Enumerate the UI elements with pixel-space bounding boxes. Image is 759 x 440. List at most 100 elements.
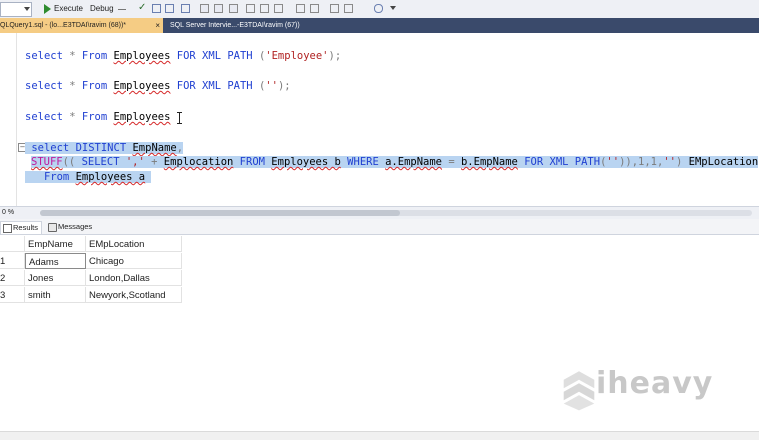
execute-icon[interactable] xyxy=(44,4,51,14)
punctuation: ); xyxy=(328,50,342,62)
row-number: 2 xyxy=(0,270,25,286)
keyword: select xyxy=(25,50,63,62)
punctuation: ) xyxy=(675,156,683,168)
client-stats-icon[interactable] xyxy=(229,4,238,13)
keyword: From xyxy=(81,80,108,92)
row-number-header xyxy=(0,236,25,252)
keyword: From xyxy=(43,171,70,183)
grid-cell[interactable]: Adams xyxy=(25,253,86,269)
intellisense-icon[interactable] xyxy=(181,4,190,13)
column-name: EmpName xyxy=(132,142,177,154)
parse-check-icon[interactable]: ✓ xyxy=(138,3,147,13)
keyword: SELECT xyxy=(81,156,120,168)
grid-cell[interactable]: Chicago xyxy=(86,253,182,269)
string-literal: '' xyxy=(663,156,676,168)
results-text-icon[interactable] xyxy=(246,4,255,13)
stop-icon[interactable] xyxy=(118,9,126,10)
punctuation: ); xyxy=(277,80,291,92)
debug-button[interactable]: Debug xyxy=(90,2,114,16)
column-header[interactable]: EMpLocation xyxy=(86,236,182,252)
table-name: Employees xyxy=(113,50,171,62)
watermark-logo-icon xyxy=(563,371,595,411)
grid-cell[interactable]: smith xyxy=(25,287,86,303)
operator: + xyxy=(144,156,164,168)
function-name: STUFF xyxy=(31,156,63,168)
results-grid-icon[interactable] xyxy=(260,4,269,13)
keyword: From xyxy=(81,50,108,62)
punctuation: (( xyxy=(62,156,76,168)
string-literal: '' xyxy=(606,156,620,168)
editor-zoom-bar: 0 % xyxy=(0,206,759,219)
code-line-2: select * From Employees FOR XML PATH (''… xyxy=(25,79,291,93)
column-alias: EMpLocation xyxy=(688,156,759,168)
watermark-text: iheavy xyxy=(596,366,714,401)
display-plan-icon[interactable] xyxy=(152,4,161,13)
include-plan-icon[interactable] xyxy=(200,4,209,13)
message-icon xyxy=(48,223,57,232)
table-name: Employees xyxy=(113,80,171,92)
string-literal: 'Employee' xyxy=(265,50,329,62)
execute-button[interactable]: Execute xyxy=(54,2,83,16)
specify-values-icon[interactable] xyxy=(374,4,383,13)
database-combo[interactable] xyxy=(0,2,32,17)
uncomment-icon[interactable] xyxy=(310,4,319,13)
close-icon[interactable]: × xyxy=(155,18,160,33)
code-line-5: STUFF(( SELECT ',' + Emplocation FROM Em… xyxy=(31,155,759,169)
results-file-icon[interactable] xyxy=(274,4,283,13)
toolbar-overflow-icon[interactable] xyxy=(390,6,399,15)
column-name: a.EmpName xyxy=(385,156,443,168)
table-name: Employees a xyxy=(75,171,146,183)
code-line-6: From Employees a xyxy=(25,170,152,184)
string-literal: ',' xyxy=(125,156,145,168)
ibeam-cursor-icon xyxy=(177,112,182,124)
punctuation: ( xyxy=(252,50,266,62)
tab-query1-label: QLQuery1.sql - (lo...E3TDAI\ravim (68))* xyxy=(0,22,127,29)
document-tab-strip: QLQuery1.sql - (lo...E3TDAI\ravim (68))*… xyxy=(0,18,759,33)
grid-icon xyxy=(3,224,12,233)
keyword: select xyxy=(25,111,63,123)
table-name: Employees b xyxy=(271,156,341,168)
tab-messages-label: Messages xyxy=(58,222,93,231)
code-line-4: select DISTINCT EmpName, xyxy=(25,141,184,155)
row-number: 1 xyxy=(0,253,25,269)
tab-results-label: Results xyxy=(13,223,39,232)
keyword: FROM xyxy=(239,156,265,168)
tab-messages[interactable]: Messages xyxy=(46,221,102,233)
code-line-3: select * From Employees xyxy=(25,110,170,124)
keyword: From xyxy=(81,111,108,123)
punctuation: ( xyxy=(252,80,266,92)
grid-cell[interactable]: Jones xyxy=(25,270,86,286)
increase-indent-icon[interactable] xyxy=(344,4,353,13)
live-stats-icon[interactable] xyxy=(214,4,223,13)
chevron-down-icon xyxy=(24,7,30,11)
tab-query1[interactable]: QLQuery1.sql - (lo...E3TDAI\ravim (68))*… xyxy=(0,18,163,33)
toolbar: Execute Debug ✓ xyxy=(0,0,759,19)
column-header[interactable]: EmpName xyxy=(25,236,86,252)
keyword: select xyxy=(25,80,63,92)
tab-sql-server-interview[interactable]: SQL Server Intervie...-E3TDAI\ravim (67)… xyxy=(170,18,390,33)
tab-results[interactable]: Results xyxy=(0,221,42,234)
keyword: WHERE xyxy=(347,156,379,168)
zoom-level[interactable]: 0 % xyxy=(2,207,14,219)
query-editor[interactable]: select * From Employees FOR XML PATH ('E… xyxy=(0,33,759,206)
punctuation: )),1,1, xyxy=(619,156,664,168)
grid-cell[interactable]: Newyork,Scotland xyxy=(86,287,182,303)
column-name: Emplocation xyxy=(163,156,234,168)
grid-cell[interactable]: London,Dallas xyxy=(86,270,182,286)
decrease-indent-icon[interactable] xyxy=(330,4,339,13)
table-name: Employees xyxy=(113,111,171,123)
scrollbar-thumb[interactable] xyxy=(40,210,400,216)
keyword: FOR XML PATH xyxy=(176,80,253,92)
keyword: FOR XML PATH xyxy=(176,50,253,62)
comment-icon[interactable] xyxy=(296,4,305,13)
tab-interview-label: SQL Server Intervie...-E3TDAI\ravim (67)… xyxy=(170,22,300,29)
operator: * xyxy=(62,80,82,92)
horizontal-scrollbar[interactable] xyxy=(40,210,752,216)
query-options-icon[interactable] xyxy=(165,4,174,13)
keyword: select DISTINCT xyxy=(31,142,127,154)
keyword: FOR XML PATH xyxy=(524,156,601,168)
punctuation: , xyxy=(176,142,184,154)
string-literal: '' xyxy=(265,80,278,92)
operator: * xyxy=(62,111,82,123)
code-line-1: select * From Employees FOR XML PATH ('E… xyxy=(25,49,341,63)
